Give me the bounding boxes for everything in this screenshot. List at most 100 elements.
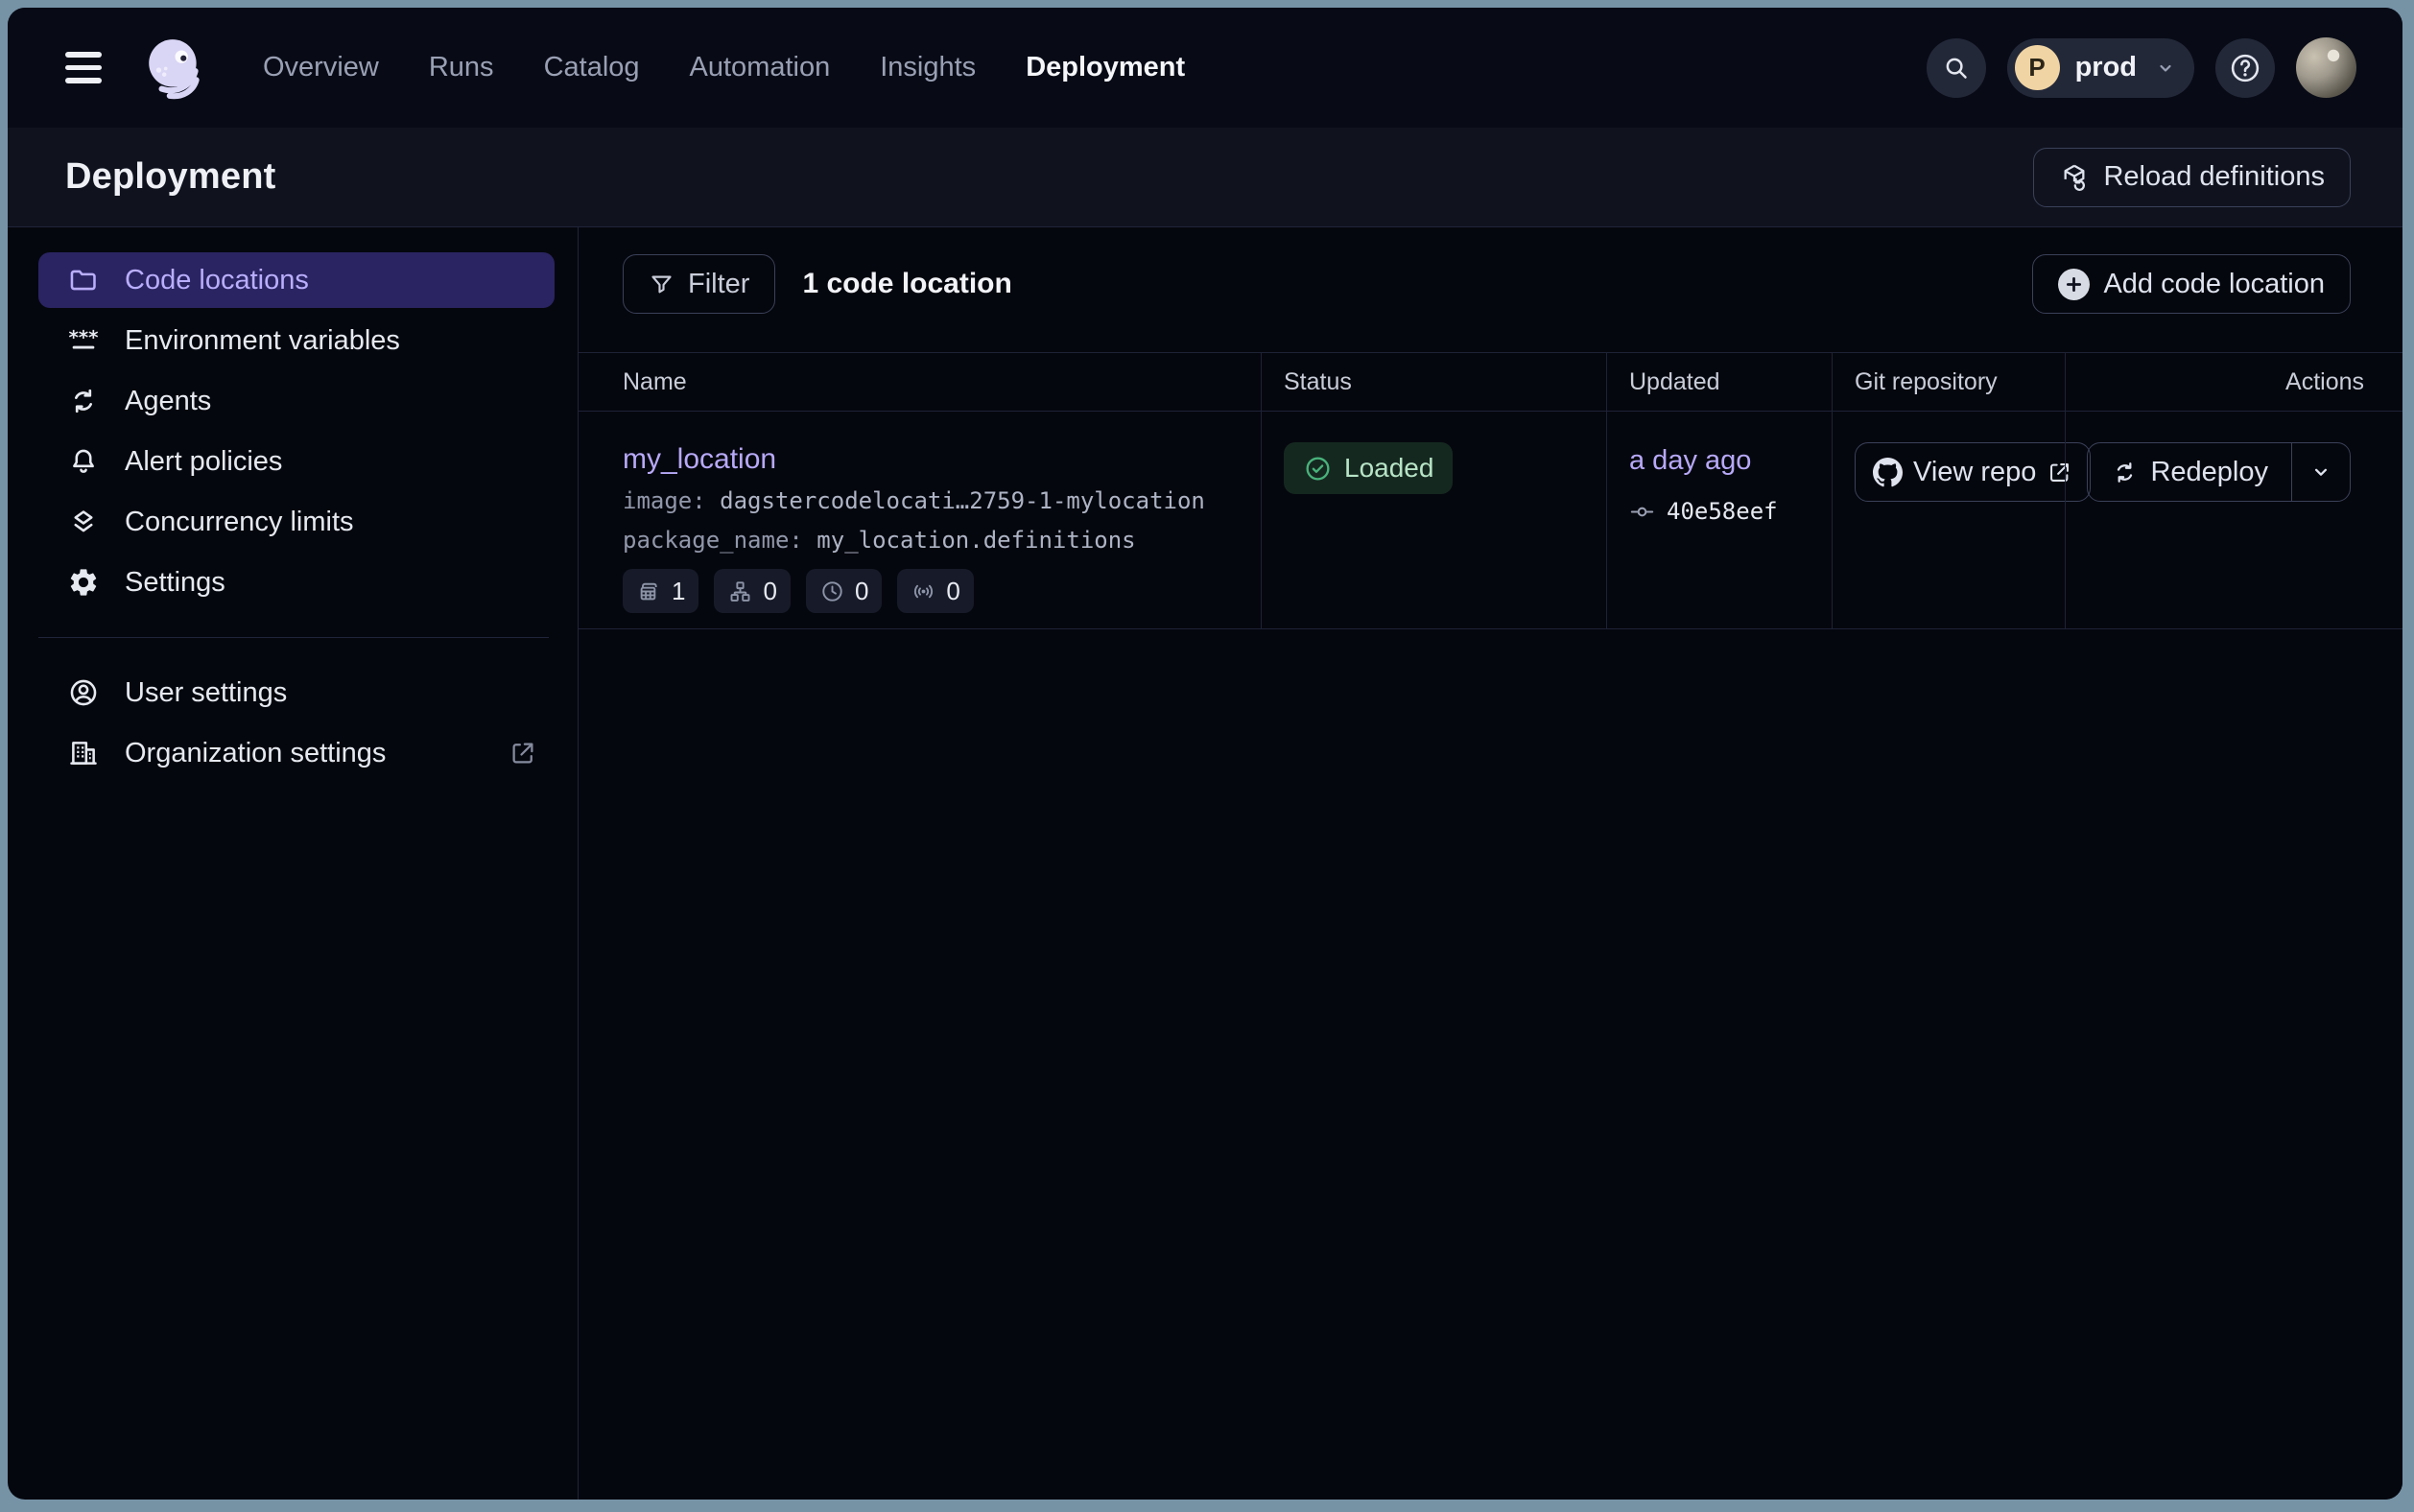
deployment-switcher-label: prod [2075,52,2137,83]
sidebar-item-label: Environment variables [125,325,400,357]
sidebar-item-agents[interactable]: Agents [38,373,555,429]
code-location-count: 1 code location [802,268,1011,300]
main-nav: Overview Runs Catalog Automation Insight… [263,52,1185,83]
user-avatar[interactable] [2296,37,2356,98]
nav-item-runs[interactable]: Runs [429,52,494,83]
sidebar-item-label: Agents [125,386,211,417]
sidebar-item-label: Code locations [125,265,309,296]
page-header: Deployment Reload definitions [8,128,2402,227]
column-divider [1832,352,1833,629]
actions-cell: Redeploy [2065,442,2402,502]
svg-text:***: *** [68,327,98,349]
column-divider [2065,352,2066,629]
sidebar-item-label: User settings [125,677,287,709]
page-title: Deployment [65,156,275,198]
column-header-name: Name [579,368,1261,396]
sidebar-item-user-settings[interactable]: User settings [38,665,555,721]
deployment-initial-badge: P [2015,45,2060,90]
image-line: image: dagstercodelocati…2759-1-mylocati… [623,485,1261,516]
nav-item-catalog[interactable]: Catalog [544,52,640,83]
search-icon [1942,54,1971,83]
commit-row: 40e58eef [1629,498,1832,525]
bell-icon [67,445,100,478]
code-locations-main: Filter 1 code location Add code location [579,227,2402,1500]
add-code-location-label: Add code location [2103,269,2325,300]
redeploy-more-button[interactable] [2292,443,2350,501]
jobs-count: 0 [763,577,776,606]
package-value: my_location.definitions [816,527,1135,554]
search-button[interactable] [1927,38,1986,98]
code-locations-table: Name Status Updated Git repository Actio… [579,352,2402,629]
git-commit-icon [1629,499,1655,525]
definition-count-chips: 1 [623,569,1261,613]
assets-count-chip[interactable]: 1 [623,569,698,613]
updated-time-link[interactable]: a day ago [1629,444,1751,477]
jobs-count-chip[interactable]: 0 [714,569,790,613]
help-icon [2228,51,2262,85]
sidebar-item-environment-variables[interactable]: *** Environment variables [38,313,555,368]
status-cell: Loaded [1261,442,1606,494]
reload-definitions-label: Reload definitions [2103,161,2325,193]
image-value: dagstercodelocati…2759-1-mylocation [720,487,1205,514]
menu-icon[interactable] [65,52,102,83]
package-line: package_name: my_location.definitions [623,525,1261,555]
sensors-count: 0 [946,577,959,606]
code-location-link[interactable]: my_location [623,442,776,477]
app-window: Overview Runs Catalog Automation Insight… [8,8,2402,1500]
navbar-right-cluster: P prod [1927,37,2356,98]
redeploy-refresh-icon [2111,459,2139,486]
name-cell: my_location image: dagstercodelocati…275… [579,442,1261,613]
deployment-sidebar: Code locations *** Environment variables [8,227,579,1500]
column-divider [1606,352,1607,629]
sidebar-item-settings[interactable]: Settings [38,555,555,610]
plus-circle-icon [2058,269,2090,300]
chevron-down-icon [2154,57,2177,80]
status-badge-label: Loaded [1344,453,1433,484]
dagster-logo-icon[interactable] [142,35,209,102]
chevron-down-icon [2308,460,2333,484]
git-repository-cell: View repo [1832,442,2065,502]
column-header-status: Status [1261,368,1606,396]
reload-cube-icon [2059,162,2090,193]
sidebar-item-organization-settings[interactable]: Organization settings [38,725,555,781]
check-circle-icon [1303,454,1333,484]
sidebar-item-code-locations[interactable]: Code locations [38,252,555,308]
nav-item-automation[interactable]: Automation [690,52,831,83]
sensors-icon [911,579,936,604]
external-link-icon [509,739,537,768]
sidebar-item-label: Alert policies [125,446,282,478]
filter-button-label: Filter [688,269,749,300]
deployment-switcher[interactable]: P prod [2007,38,2194,98]
assets-count: 1 [672,577,685,606]
redeploy-split-button: Redeploy [2087,442,2351,502]
package-label: package_name: [623,527,803,554]
schedules-count: 0 [855,577,868,606]
column-header-git-repository: Git repository [1832,368,2065,396]
sidebar-divider [38,637,549,638]
redeploy-button[interactable]: Redeploy [2088,443,2292,501]
jobs-icon [727,579,753,604]
folder-icon [67,264,100,296]
user-circle-icon [67,676,100,709]
add-code-location-button[interactable]: Add code location [2032,254,2351,314]
column-header-actions: Actions [2065,368,2402,396]
help-button[interactable] [2215,38,2275,98]
sidebar-item-label: Concurrency limits [125,507,354,538]
assets-icon [636,579,662,604]
sensors-count-chip[interactable]: 0 [897,569,973,613]
column-divider [1261,352,1262,629]
filter-button[interactable]: Filter [623,254,775,314]
reload-definitions-button[interactable]: Reload definitions [2033,148,2351,207]
toolbar: Filter 1 code location Add code location [623,254,2351,314]
sidebar-item-alert-policies[interactable]: Alert policies [38,434,555,489]
nav-item-insights[interactable]: Insights [880,52,976,83]
view-repo-label: View repo [1913,457,2036,488]
redeploy-label: Redeploy [2150,457,2268,488]
sidebar-item-concurrency-limits[interactable]: Concurrency limits [38,494,555,550]
nav-item-overview[interactable]: Overview [263,52,379,83]
status-badge: Loaded [1284,442,1453,494]
schedules-count-chip[interactable]: 0 [806,569,882,613]
view-repo-button[interactable]: View repo [1855,442,2091,502]
updated-cell: a day ago 40e58eef [1606,442,1832,525]
nav-item-deployment[interactable]: Deployment [1026,52,1185,83]
